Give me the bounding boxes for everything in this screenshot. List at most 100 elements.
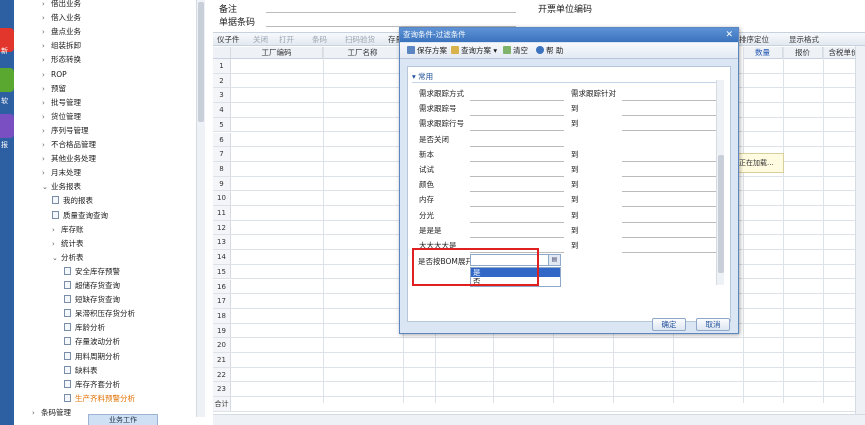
nav-item-22[interactable]: 呆滞积压存货分析: [64, 308, 135, 320]
grid-vscroll[interactable]: [855, 46, 865, 414]
row-number: 23: [213, 382, 231, 397]
filter-input-to[interactable]: [622, 221, 716, 223]
nav-item-24[interactable]: 存量波动分析: [64, 336, 120, 348]
filter-input-from[interactable]: [470, 160, 564, 162]
document-icon: [64, 266, 71, 275]
chevron-right-icon: ›: [42, 84, 45, 93]
app-window: 新 软 报 › 借出业务 › 借入业务 › 盘点业务 › 组装拆卸 › 形态转换 › ROP › 预留 › 批…: [0, 0, 865, 425]
grid-column-line: [783, 47, 784, 403]
nav-item-5[interactable]: › ROP: [42, 69, 67, 81]
nav-item-9[interactable]: › 序列号管理: [42, 125, 89, 137]
launcher-btn-1[interactable]: [0, 68, 14, 92]
nav-item-2[interactable]: › 盘点业务: [42, 26, 81, 38]
nav-scroll-thumb[interactable]: [198, 2, 204, 122]
nav-item-29[interactable]: › 条码管理: [32, 407, 71, 417]
dialog-scroll-thumb[interactable]: [718, 155, 724, 273]
bottom-tab-business[interactable]: 业务工作: [88, 414, 158, 425]
nav-item-18[interactable]: ⌄ 分析表: [52, 252, 84, 264]
filter-input-to[interactable]: [622, 130, 716, 132]
filter-input-from[interactable]: [470, 236, 564, 238]
filter-input-to[interactable]: [622, 115, 716, 117]
chevron-right-icon: ›: [32, 408, 35, 417]
col-header-price[interactable]: 报价: [783, 47, 823, 59]
toolbar-open-button[interactable]: 打开: [279, 34, 294, 46]
nav-item-15[interactable]: 质量查询查询: [52, 210, 108, 222]
dropdown-icon[interactable]: ▤: [548, 255, 560, 265]
section-common[interactable]: ▾ 常用: [412, 71, 433, 82]
nav-item-23[interactable]: 库龄分析: [64, 322, 105, 334]
nav-item-label: 组装拆卸: [51, 41, 81, 51]
filter-input-from[interactable]: [470, 130, 564, 132]
filter-input-from[interactable]: [470, 100, 564, 101]
launcher-btn-2[interactable]: [0, 114, 14, 138]
nav-item-1[interactable]: › 借入业务: [42, 12, 81, 24]
nav-item-16[interactable]: › 库存账: [52, 224, 84, 236]
nav-item-11[interactable]: › 其他业务处理: [42, 153, 96, 165]
help-button[interactable]: 帮 助: [536, 45, 563, 57]
row-number: 17: [213, 294, 231, 308]
nav-item-25[interactable]: 用料周期分析: [64, 351, 120, 363]
col-header-factory-name[interactable]: 工厂名称: [323, 47, 403, 59]
nav-item-13[interactable]: ⌄ 业务报表: [42, 181, 81, 193]
nav-item-10[interactable]: › 不合格品管理: [42, 139, 96, 151]
col-header-quantity[interactable]: 数量: [743, 47, 783, 59]
nav-item-19[interactable]: 安全库存预警: [64, 266, 120, 278]
filter-input-to[interactable]: [622, 236, 716, 238]
nav-item-6[interactable]: › 预留: [42, 83, 66, 95]
cancel-button[interactable]: 取消: [696, 318, 730, 331]
close-icon[interactable]: ✕: [725, 28, 733, 42]
nav-item-4[interactable]: › 形态转换: [42, 54, 81, 66]
nav-item-12[interactable]: › 月末处理: [42, 167, 81, 179]
filter-input-from[interactable]: [470, 221, 564, 223]
chevron-right-icon: ›: [52, 225, 55, 234]
nav-item-21[interactable]: 短缺存货查询: [64, 294, 120, 306]
clear-button[interactable]: 清空: [503, 45, 528, 57]
nav-item-3[interactable]: › 组装拆卸: [42, 40, 81, 52]
filter-input-from[interactable]: [470, 145, 564, 147]
nav-item-17[interactable]: › 统计表: [52, 238, 84, 250]
filter-input-from[interactable]: [470, 191, 564, 193]
nav-item-8[interactable]: › 货位管理: [42, 111, 81, 123]
filter-input-to[interactable]: [622, 176, 716, 177]
save-icon: [407, 46, 415, 54]
query-plan-button[interactable]: 查询方案 ▾: [451, 45, 497, 57]
dialog-vscroll[interactable]: [716, 80, 724, 285]
total-row: 合计: [213, 397, 865, 412]
chevron-right-icon: ›: [42, 155, 45, 164]
table-row[interactable]: 23: [213, 382, 865, 398]
filter-input-from[interactable]: [470, 176, 564, 177]
filter-input-to[interactable]: [622, 100, 716, 101]
filter-input-to[interactable]: [622, 191, 716, 193]
table-row[interactable]: 20: [213, 338, 865, 353]
toolbar-sort-button[interactable]: 排序定位: [739, 34, 769, 46]
nav-item-26[interactable]: 缺料表: [64, 365, 98, 377]
table-row[interactable]: 21: [213, 353, 865, 368]
filter-input-from[interactable]: [470, 206, 564, 208]
nav-item-14[interactable]: 我的报表: [52, 195, 93, 207]
filter-input-to[interactable]: [622, 160, 716, 162]
toolbar-format-button[interactable]: 显示格式: [789, 34, 819, 46]
nav-item-7[interactable]: › 批号管理: [42, 97, 81, 109]
nav-item-0[interactable]: › 借出业务: [42, 0, 81, 10]
loading-tooltip: 正在加载...: [736, 153, 784, 173]
save-plan-button[interactable]: 保存方案: [407, 45, 447, 57]
filter-input-from[interactable]: [470, 115, 564, 117]
table-row[interactable]: 22: [213, 367, 865, 383]
grid-hscroll[interactable]: [213, 414, 865, 425]
toolbar-close-button[interactable]: 关闭: [253, 34, 268, 46]
nav-item-27[interactable]: 库存齐套分析: [64, 379, 120, 391]
dialog-title: 查询条件-过滤条件: [400, 28, 738, 42]
toolbar-barcode-button[interactable]: 条码: [312, 34, 327, 46]
nav-item-20[interactable]: 超储存货查询: [64, 280, 120, 292]
toolbar-child-button[interactable]: 仪子件: [217, 34, 240, 46]
remark-field-line[interactable]: [266, 12, 516, 13]
nav-item-28[interactable]: 生产齐料预警分析: [64, 393, 135, 405]
filter-input-to[interactable]: [622, 206, 716, 208]
toolbar-scan-button[interactable]: 扫码验货: [345, 34, 375, 46]
filter-input-to[interactable]: [622, 252, 716, 253]
nav-scrollbar[interactable]: [196, 0, 205, 417]
col-header-factory-code[interactable]: 工厂编码: [231, 47, 323, 59]
ok-button[interactable]: 确定: [652, 318, 686, 331]
filter-label: 是否关闭: [419, 134, 449, 144]
help-icon: [536, 46, 544, 54]
